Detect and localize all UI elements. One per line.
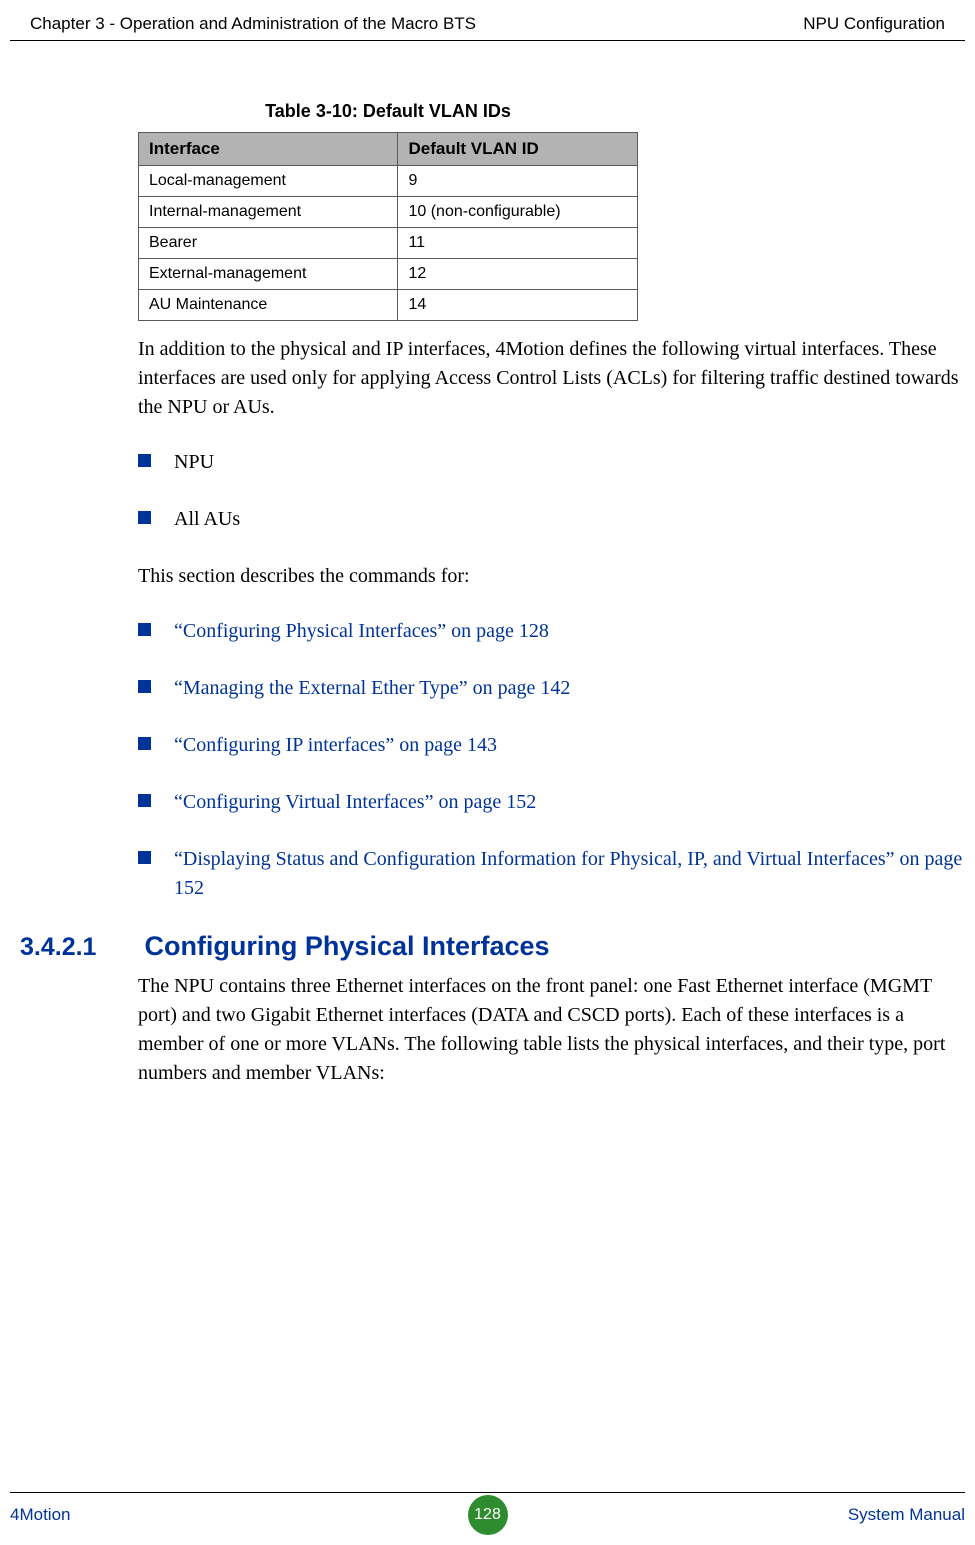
page-number-badge: 128 bbox=[468, 1495, 508, 1535]
xref-displaying-status[interactable]: “Displaying Status and Configuration Inf… bbox=[174, 848, 962, 899]
footer-right: System Manual bbox=[848, 1505, 965, 1525]
page-header: Chapter 3 - Operation and Administration… bbox=[10, 0, 965, 41]
footer-center: 128 bbox=[468, 1495, 508, 1535]
table-row: Internal-management 10 (non-configurable… bbox=[139, 197, 638, 228]
table-cell-interface: Local-management bbox=[139, 166, 398, 197]
list-item: “Displaying Status and Configuration Inf… bbox=[138, 845, 968, 903]
table-row: External-management 12 bbox=[139, 259, 638, 290]
table-row: AU Maintenance 14 bbox=[139, 290, 638, 321]
footer-left: 4Motion bbox=[10, 1505, 70, 1525]
xref-managing-external-ether-type[interactable]: “Managing the External Ether Type” on pa… bbox=[174, 677, 570, 699]
table-cell-interface: External-management bbox=[139, 259, 398, 290]
table-row: Local-management 9 bbox=[139, 166, 638, 197]
commands-intro: This section describes the commands for: bbox=[138, 562, 968, 591]
vlan-table: Interface Default VLAN ID Local-manageme… bbox=[138, 132, 638, 321]
xref-configuring-physical-interfaces[interactable]: “Configuring Physical Interfaces” on pag… bbox=[174, 620, 549, 642]
header-chapter: Chapter 3 - Operation and Administration… bbox=[30, 14, 476, 34]
list-item: “Configuring IP interfaces” on page 143 bbox=[138, 731, 968, 760]
section-number: 3.4.2.1 bbox=[20, 933, 96, 962]
page-footer: 4Motion 128 System Manual bbox=[10, 1492, 965, 1525]
body-block-2: The NPU contains three Ethernet interfac… bbox=[138, 972, 968, 1088]
list-item-label: NPU bbox=[174, 451, 214, 473]
section-title: Configuring Physical Interfaces bbox=[144, 931, 549, 962]
header-section: NPU Configuration bbox=[803, 14, 945, 34]
section-heading: 3.4.2.1 Configuring Physical Interfaces bbox=[20, 931, 955, 962]
table-caption: Table 3-10: Default VLAN IDs bbox=[138, 101, 638, 122]
table-row: Bearer 11 bbox=[139, 228, 638, 259]
list-item: NPU bbox=[138, 448, 968, 477]
page: Chapter 3 - Operation and Administration… bbox=[0, 0, 975, 1545]
table-cell-interface: Internal-management bbox=[139, 197, 398, 228]
table-header-row: Interface Default VLAN ID bbox=[139, 133, 638, 166]
section-body-paragraph: The NPU contains three Ethernet interfac… bbox=[138, 972, 968, 1088]
content-area: Table 3-10: Default VLAN IDs Interface D… bbox=[0, 101, 975, 1088]
table-cell-interface: AU Maintenance bbox=[139, 290, 398, 321]
list-item: “Configuring Physical Interfaces” on pag… bbox=[138, 617, 968, 646]
table-cell-vid: 12 bbox=[398, 259, 638, 290]
commands-xref-list: “Configuring Physical Interfaces” on pag… bbox=[138, 617, 968, 903]
table-cell-vid: 14 bbox=[398, 290, 638, 321]
list-item: “Managing the External Ether Type” on pa… bbox=[138, 674, 968, 703]
list-item: “Configuring Virtual Interfaces” on page… bbox=[138, 788, 968, 817]
table-header-interface: Interface bbox=[139, 133, 398, 166]
table-cell-vid: 11 bbox=[398, 228, 638, 259]
table-cell-interface: Bearer bbox=[139, 228, 398, 259]
list-item: All AUs bbox=[138, 505, 968, 534]
intro-paragraph: In addition to the physical and IP inter… bbox=[138, 335, 968, 422]
vlan-table-wrap: Table 3-10: Default VLAN IDs Interface D… bbox=[138, 101, 638, 321]
table-header-vlan-id: Default VLAN ID bbox=[398, 133, 638, 166]
xref-configuring-ip-interfaces[interactable]: “Configuring IP interfaces” on page 143 bbox=[174, 734, 497, 756]
xref-configuring-virtual-interfaces[interactable]: “Configuring Virtual Interfaces” on page… bbox=[174, 791, 536, 813]
table-cell-vid: 9 bbox=[398, 166, 638, 197]
list-item-label: All AUs bbox=[174, 508, 240, 530]
virtual-interface-list: NPU All AUs bbox=[138, 448, 968, 534]
body-block-1: In addition to the physical and IP inter… bbox=[138, 335, 968, 903]
table-cell-vid: 10 (non-configurable) bbox=[398, 197, 638, 228]
